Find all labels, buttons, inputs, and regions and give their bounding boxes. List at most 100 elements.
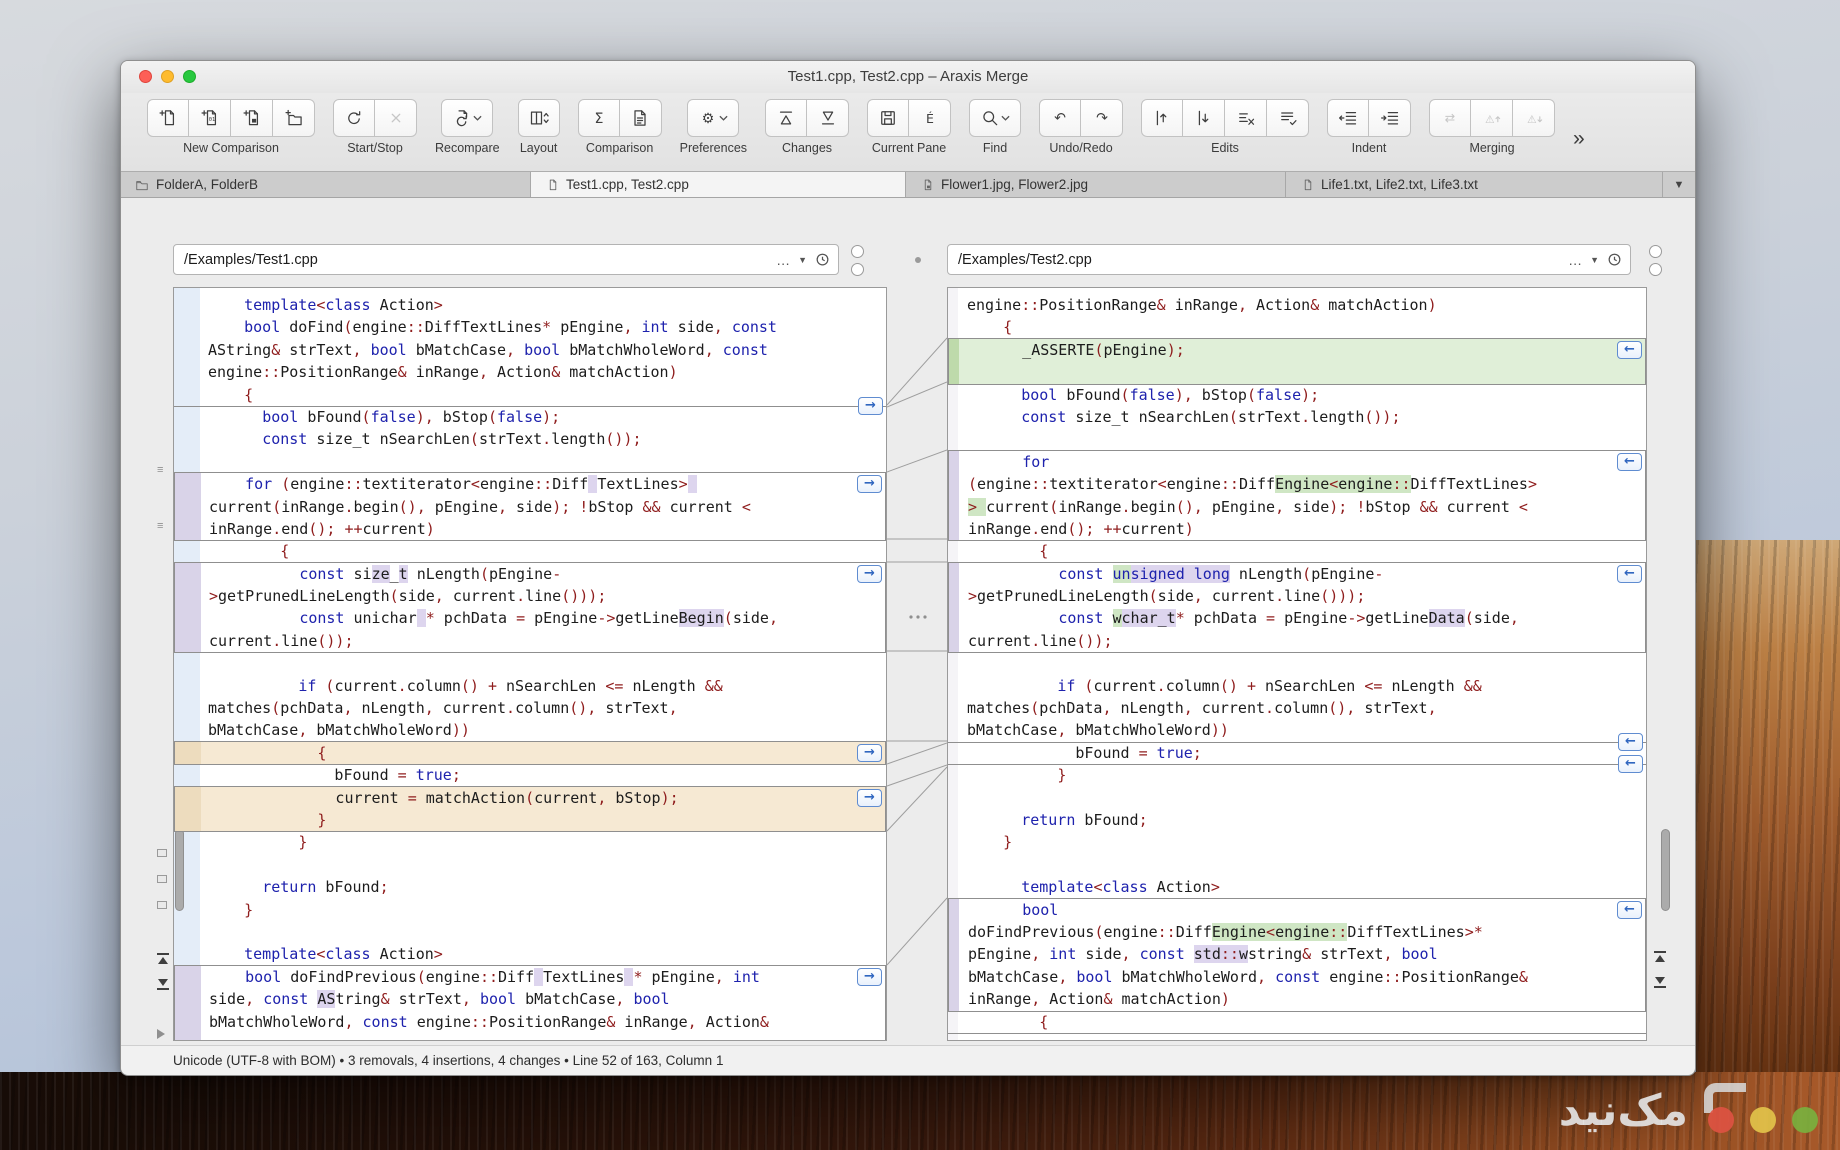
right-go-first-change-icon[interactable] — [1654, 951, 1666, 962]
toolbar-overflow-icon[interactable]: » — [1573, 127, 1583, 151]
merge-to-left-button[interactable]: ← — [1617, 341, 1642, 359]
code-line — [208, 652, 886, 674]
code-line: bFound = true; — [967, 742, 1646, 764]
right-code-pane[interactable]: engine::PositionRange& inRange, Action& … — [947, 287, 1647, 1041]
toolbar-group-new-comparison: 01New Comparison — [147, 99, 315, 155]
tab-flower1-jpg-flower2-jpg[interactable]: Flower1.jpg, Flower2.jpg — [906, 172, 1286, 197]
doc-image-button[interactable] — [231, 99, 273, 137]
warn-up-button[interactable]: ⚠ — [1471, 99, 1513, 137]
code-line: } — [208, 899, 886, 921]
toolbar-button-row — [518, 99, 560, 137]
outdent-button[interactable] — [1327, 99, 1369, 137]
code-line: bool bFound(false), bStop(false); — [967, 384, 1646, 406]
redo-button[interactable]: ↷ — [1081, 99, 1123, 137]
diff-insertion-marker — [948, 1033, 1646, 1034]
tab-life1-txt-life2-txt-life3-txt[interactable]: Life1.txt, Life2.txt, Life3.txt — [1286, 172, 1663, 197]
toolbar-group-comparison: ΣComparison — [578, 99, 662, 155]
sigma-button[interactable]: Σ — [578, 99, 620, 137]
merge-to-right-button[interactable]: → — [857, 968, 882, 986]
indent-button[interactable] — [1369, 99, 1411, 137]
merge-to-right-button[interactable]: → — [857, 565, 882, 583]
toolbar-button-row: ⇄ ⚠ ⚠ — [1429, 99, 1555, 137]
accent-e-button[interactable]: É — [909, 99, 951, 137]
svg-text:⚠: ⚠ — [1485, 113, 1495, 126]
code-line: { — [967, 1011, 1646, 1033]
link-pane-button-bottom[interactable] — [851, 263, 864, 276]
layout-button[interactable] — [518, 99, 560, 137]
merge-to-right-button[interactable]: → — [857, 744, 882, 762]
code-line: template<class Action> — [208, 943, 886, 965]
right-history-icon[interactable] — [1607, 252, 1622, 267]
merge-to-left-button[interactable]: ← — [1617, 453, 1642, 471]
tab-test1-cpp-test2-cpp[interactable]: Test1.cpp, Test2.cpp — [531, 172, 906, 197]
refresh-button[interactable] — [333, 99, 375, 137]
left-path-dropdown-icon[interactable]: ▼ — [798, 255, 807, 265]
code-block: bFound = true; — [174, 764, 886, 786]
recompare-button[interactable] — [441, 99, 493, 137]
search-button[interactable] — [969, 99, 1021, 137]
right-path-dropdown-icon[interactable]: ▼ — [1590, 255, 1599, 265]
merge-to-left-button[interactable]: ← — [1617, 565, 1642, 583]
right-pane-scrollbar[interactable] — [1661, 829, 1670, 911]
tab-bar: FolderA, FolderBTest1.cpp, Test2.cppFlow… — [121, 171, 1695, 198]
merge-to-right-button[interactable]: → — [857, 475, 882, 493]
edit-down-button[interactable] — [1183, 99, 1225, 137]
status-text: Unicode (UTF-8 with BOM) • 3 removals, 4… — [173, 1053, 723, 1068]
link-pane-button-top[interactable] — [851, 245, 864, 258]
merge-lr-button[interactable]: ⇄ — [1429, 99, 1471, 137]
doc-report-button[interactable] — [620, 99, 662, 137]
right-link-button-top[interactable] — [1649, 245, 1662, 258]
go-first-change-icon[interactable] — [157, 953, 169, 964]
code-block: { — [948, 540, 1646, 562]
svg-text:⚙: ⚙ — [702, 111, 715, 127]
code-line: } — [208, 831, 886, 853]
code-block: } return bFound; } template<class Action… — [174, 831, 886, 965]
merge-to-right-button[interactable]: → — [857, 789, 882, 807]
expand-triangle-icon[interactable] — [157, 1029, 165, 1039]
warn-down-button[interactable]: ⚠ — [1513, 99, 1555, 137]
right-go-last-change-icon[interactable] — [1654, 977, 1666, 988]
left-path-menu-icon[interactable]: … — [776, 252, 790, 268]
save-button[interactable] — [867, 99, 909, 137]
tri-top-button[interactable] — [765, 99, 807, 137]
code-line: for (engine::textiterator<engine::Diff T… — [209, 473, 885, 495]
doc-binary-button[interactable]: 01 — [189, 99, 231, 137]
toolbar-group-label: Find — [983, 141, 1007, 155]
right-link-button-bottom[interactable] — [1649, 263, 1662, 276]
right-path-field[interactable]: /Examples/Test2.cpp … ▼ — [947, 244, 1631, 275]
edit-up-button[interactable] — [1141, 99, 1183, 137]
left-history-icon[interactable] — [815, 252, 830, 267]
code-line: matches(pchData, nLength, current.column… — [967, 697, 1646, 719]
svg-text:É: É — [926, 111, 934, 126]
diff-connector-lines — [887, 287, 947, 1041]
toolbar-group-preferences: ⚙Preferences — [680, 99, 747, 155]
doc-new-button[interactable] — [147, 99, 189, 137]
edit-check-button[interactable] — [1267, 99, 1309, 137]
code-line: bool doFindPrevious(engine::Diff TextLin… — [209, 966, 885, 988]
tri-bottom-button[interactable] — [807, 99, 849, 137]
code-block: if (current.column() + nSearchLen <= nLe… — [174, 652, 886, 742]
go-last-change-icon[interactable] — [157, 979, 169, 990]
tab-foldera-folderb[interactable]: FolderA, FolderB — [121, 172, 531, 197]
left-path-field[interactable]: /Examples/Test1.cpp … ▼ — [173, 244, 839, 275]
code-line: const size_t nLength(pEngine- — [209, 563, 885, 585]
toolbar-group-recompare: Recompare — [435, 99, 500, 155]
gear-button[interactable]: ⚙ — [687, 99, 739, 137]
right-path-menu-icon[interactable]: … — [1568, 252, 1582, 268]
code-block: { — [174, 540, 886, 562]
code-line: _ASSERTE(pEngine); — [968, 339, 1645, 361]
folder-new-button[interactable] — [273, 99, 315, 137]
toolbar-button-row: É — [867, 99, 951, 137]
cross-button[interactable] — [375, 99, 417, 137]
left-code-pane[interactable]: template<class Action> bool doFind(engin… — [173, 287, 887, 1041]
edit-del-button[interactable] — [1225, 99, 1267, 137]
tab-list-dropdown-icon[interactable]: ▼ — [1663, 172, 1695, 197]
undo-button[interactable]: ↶ — [1039, 99, 1081, 137]
code-line — [967, 854, 1646, 876]
toolbar-button-row: ⚙ — [687, 99, 739, 137]
merge-to-left-button[interactable]: ← — [1617, 901, 1642, 919]
code-line — [967, 787, 1646, 809]
window-title: Test1.cpp, Test2.cpp – Araxis Merge — [121, 68, 1695, 85]
code-line: for — [968, 451, 1645, 473]
site-watermark: مک‌نید — [1559, 1078, 1824, 1144]
